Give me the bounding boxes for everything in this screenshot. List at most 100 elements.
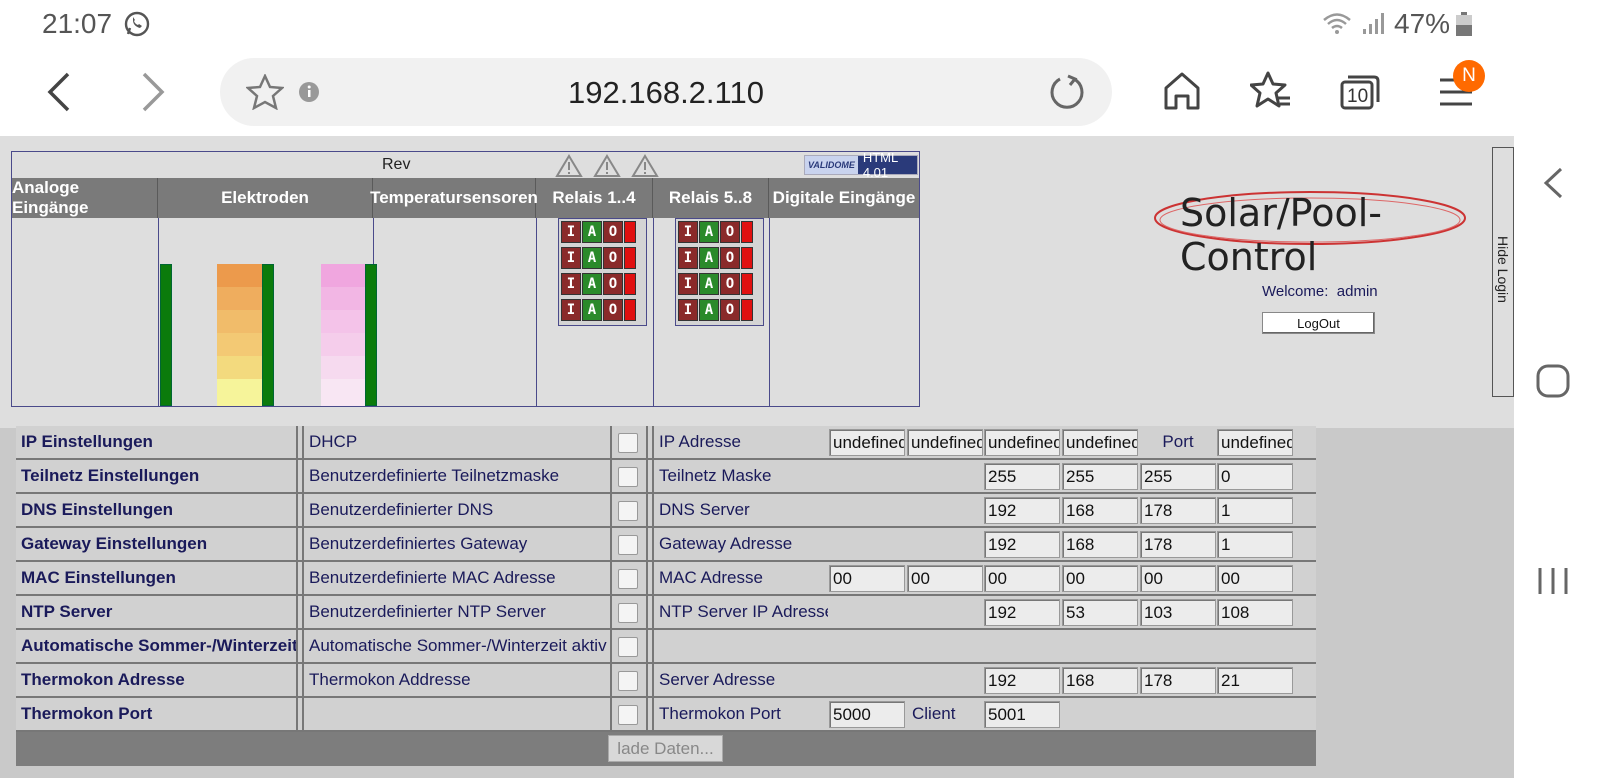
ip-octet-input[interactable]: undefined xyxy=(1062,429,1138,456)
relay-auto-button[interactable]: A xyxy=(582,273,602,295)
dns-octet-input[interactable]: 178 xyxy=(1140,497,1216,524)
electrode-segment xyxy=(321,379,366,406)
electrode-segment xyxy=(321,333,366,356)
ip-octet-input[interactable]: undefined xyxy=(907,429,983,456)
relay-auto-button[interactable]: A xyxy=(699,221,719,243)
mac-byte-input[interactable]: 00 xyxy=(1062,565,1138,592)
address-bar[interactable]: 192.168.2.110 xyxy=(220,58,1112,126)
relay-status-led xyxy=(624,221,636,243)
ip-octet-input[interactable]: undefined xyxy=(829,429,905,456)
mac-checkbox[interactable] xyxy=(618,569,638,589)
gateway-octet-input[interactable]: 168 xyxy=(1062,531,1138,558)
subnet-octet-input[interactable]: 255 xyxy=(1140,463,1216,490)
column-headers: Analoge Eingänge Elektroden Temperaturse… xyxy=(12,178,919,218)
server-octet-input[interactable]: 192 xyxy=(984,667,1060,694)
relay-off-button[interactable]: O xyxy=(603,221,623,243)
relay-off-button[interactable]: O xyxy=(603,247,623,269)
thermokon-server-port-input[interactable]: 5000 xyxy=(829,701,905,728)
relay-off-button[interactable]: O xyxy=(720,221,740,243)
relay-auto-button[interactable]: A xyxy=(582,221,602,243)
html-validator-badge[interactable]: VALIDOME HTML 4.01 xyxy=(804,150,918,180)
ntp-octet-input[interactable]: 103 xyxy=(1140,599,1216,626)
gateway-octet-input[interactable]: 178 xyxy=(1140,531,1216,558)
relay-auto-button[interactable]: A xyxy=(699,273,719,295)
relay-auto-button[interactable]: A xyxy=(699,247,719,269)
relay-manual-on-button[interactable]: I xyxy=(678,273,698,295)
tabs-icon[interactable]: 10 xyxy=(1340,74,1380,110)
subnet-octet-input[interactable]: 255 xyxy=(984,463,1060,490)
relay-off-button[interactable]: O xyxy=(603,299,623,321)
server-octet-input[interactable]: 168 xyxy=(1062,667,1138,694)
divider xyxy=(653,218,654,406)
home-button-icon[interactable] xyxy=(1536,364,1570,398)
mac-byte-input[interactable]: 00 xyxy=(907,565,983,592)
dns-checkbox[interactable] xyxy=(618,501,638,521)
web-page: Rev VALIDOME HTML 4.01 Analoge Eingänge … xyxy=(0,136,1514,778)
relay-manual-on-button[interactable]: I xyxy=(561,299,581,321)
server-octet-input[interactable]: 178 xyxy=(1140,667,1216,694)
relay-3: IAO xyxy=(561,273,636,295)
load-data-button[interactable]: lade Daten... xyxy=(608,735,723,762)
url-text[interactable]: 192.168.2.110 xyxy=(220,75,1112,111)
subnet-octet-input[interactable]: 0 xyxy=(1217,463,1293,490)
dst-checkbox[interactable] xyxy=(618,637,638,657)
port-input[interactable]: undefined xyxy=(1217,429,1293,456)
relay-off-button[interactable]: O xyxy=(720,247,740,269)
relay-off-button[interactable]: O xyxy=(603,273,623,295)
col-digitale-eingaenge: Digitale Eingänge xyxy=(772,188,916,207)
dhcp-checkbox[interactable] xyxy=(618,433,638,453)
relay-manual-on-button[interactable]: I xyxy=(561,221,581,243)
relay-auto-button[interactable]: A xyxy=(582,299,602,321)
back-icon[interactable] xyxy=(42,70,76,114)
ip-octet-input[interactable]: undefined xyxy=(984,429,1060,456)
ntp-octet-input[interactable]: 108 xyxy=(1217,599,1293,626)
relay-manual-on-button[interactable]: I xyxy=(561,247,581,269)
relay-4: IAO xyxy=(561,299,636,321)
subnet-octet-input[interactable]: 255 xyxy=(1062,463,1138,490)
gateway-octet-input[interactable]: 192 xyxy=(984,531,1060,558)
thermokon-address-checkbox[interactable] xyxy=(618,671,638,691)
dns-octet-input[interactable]: 168 xyxy=(1062,497,1138,524)
relay-8: IAO xyxy=(678,299,753,321)
hide-login-button[interactable]: Hide Login xyxy=(1492,147,1514,397)
mac-byte-input[interactable]: 00 xyxy=(1140,565,1216,592)
mac-byte-input[interactable]: 00 xyxy=(1217,565,1293,592)
relay-manual-on-button[interactable]: I xyxy=(678,221,698,243)
relay-manual-on-button[interactable]: I xyxy=(678,299,698,321)
thermokon-client-port-input[interactable]: 5001 xyxy=(984,701,1060,728)
ntp-checkbox[interactable] xyxy=(618,603,638,623)
gateway-octet-input[interactable]: 1 xyxy=(1217,531,1293,558)
mac-byte-input[interactable]: 00 xyxy=(829,565,905,592)
col-relais-5-8: Relais 5..8 xyxy=(653,178,769,218)
subnet-checkbox[interactable] xyxy=(618,467,638,487)
relay-off-button[interactable]: O xyxy=(720,273,740,295)
bookmarks-icon[interactable] xyxy=(1250,70,1292,112)
thermokon-port-checkbox[interactable] xyxy=(618,705,638,725)
recents-icon[interactable] xyxy=(1536,564,1570,598)
relay-manual-on-button[interactable]: I xyxy=(561,273,581,295)
profile-badge[interactable]: N xyxy=(1453,60,1485,92)
side-panel-arrow-icon[interactable] xyxy=(1541,166,1565,200)
table-row: MAC Einstellungen Benutzerdefinierte MAC… xyxy=(16,562,1316,596)
relay-auto-button[interactable]: A xyxy=(582,247,602,269)
dns-octet-input[interactable]: 192 xyxy=(984,497,1060,524)
welcome-text: Welcome: admin xyxy=(1262,283,1378,300)
server-octet-input[interactable]: 21 xyxy=(1217,667,1293,694)
relay-manual-on-button[interactable]: I xyxy=(678,247,698,269)
gateway-checkbox[interactable] xyxy=(618,535,638,555)
ntp-octet-input[interactable]: 53 xyxy=(1062,599,1138,626)
relay-auto-button[interactable]: A xyxy=(699,299,719,321)
tabs-count: 10 xyxy=(1347,86,1369,107)
relay-off-button[interactable]: O xyxy=(720,299,740,321)
signal-icon xyxy=(1363,13,1384,34)
setting-option: Benutzerdefinierte Teilnetzmaske xyxy=(309,466,560,485)
logout-button[interactable]: LogOut xyxy=(1262,312,1375,334)
table-footer: lade Daten... xyxy=(16,732,1316,766)
dns-octet-input[interactable]: 1 xyxy=(1217,497,1293,524)
home-icon[interactable] xyxy=(1162,70,1202,112)
ntp-octet-input[interactable]: 192 xyxy=(984,599,1060,626)
reload-icon[interactable] xyxy=(1048,73,1086,111)
field-label: Server Adresse xyxy=(659,670,776,689)
forward-icon[interactable] xyxy=(136,70,170,114)
mac-byte-input[interactable]: 00 xyxy=(984,565,1060,592)
